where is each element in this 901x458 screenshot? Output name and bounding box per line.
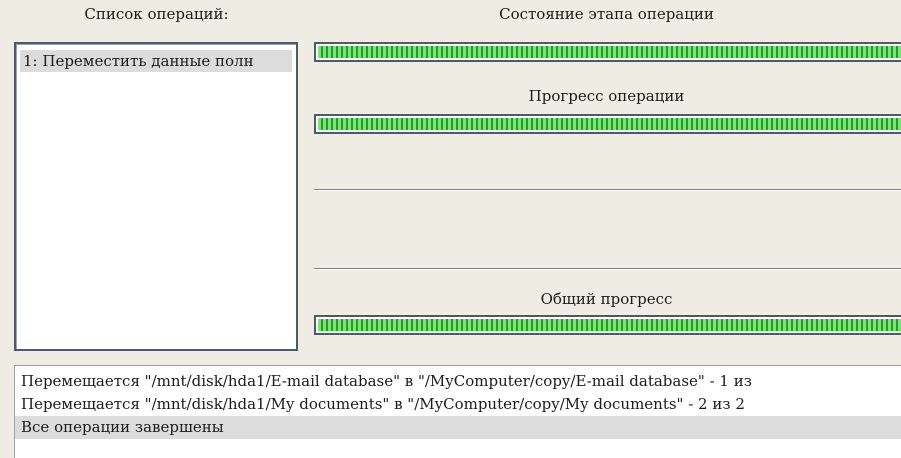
overall-progress-fill bbox=[318, 319, 901, 331]
operation-log[interactable]: Перемещается "/mnt/disk/hda1/E-mail data… bbox=[14, 365, 901, 458]
operation-progress-heading: Прогресс операции bbox=[528, 87, 685, 105]
separator-line bbox=[314, 268, 901, 270]
log-line[interactable]: Перемещается "/mnt/disk/hda1/My document… bbox=[15, 393, 901, 416]
overall-progress-heading: Общий прогресс bbox=[540, 290, 673, 308]
log-line-completed[interactable]: Все операции завершены bbox=[15, 416, 901, 439]
operations-list-heading: Список операций: bbox=[84, 5, 229, 23]
operation-list-item[interactable]: 1: Переместить данные полн bbox=[20, 50, 292, 72]
overall-progress-bar bbox=[314, 315, 901, 335]
stage-state-progress-bar bbox=[314, 42, 901, 62]
separator-line bbox=[314, 189, 901, 191]
operation-progress-fill bbox=[318, 118, 901, 130]
stage-state-progress-fill bbox=[318, 46, 901, 58]
log-line[interactable]: Перемещается "/mnt/disk/hda1/E-mail data… bbox=[15, 370, 901, 393]
stage-state-heading: Состояние этапа операции bbox=[499, 5, 714, 23]
operations-list[interactable]: 1: Переместить данные полн bbox=[14, 42, 298, 351]
operation-progress-bar bbox=[314, 114, 901, 134]
